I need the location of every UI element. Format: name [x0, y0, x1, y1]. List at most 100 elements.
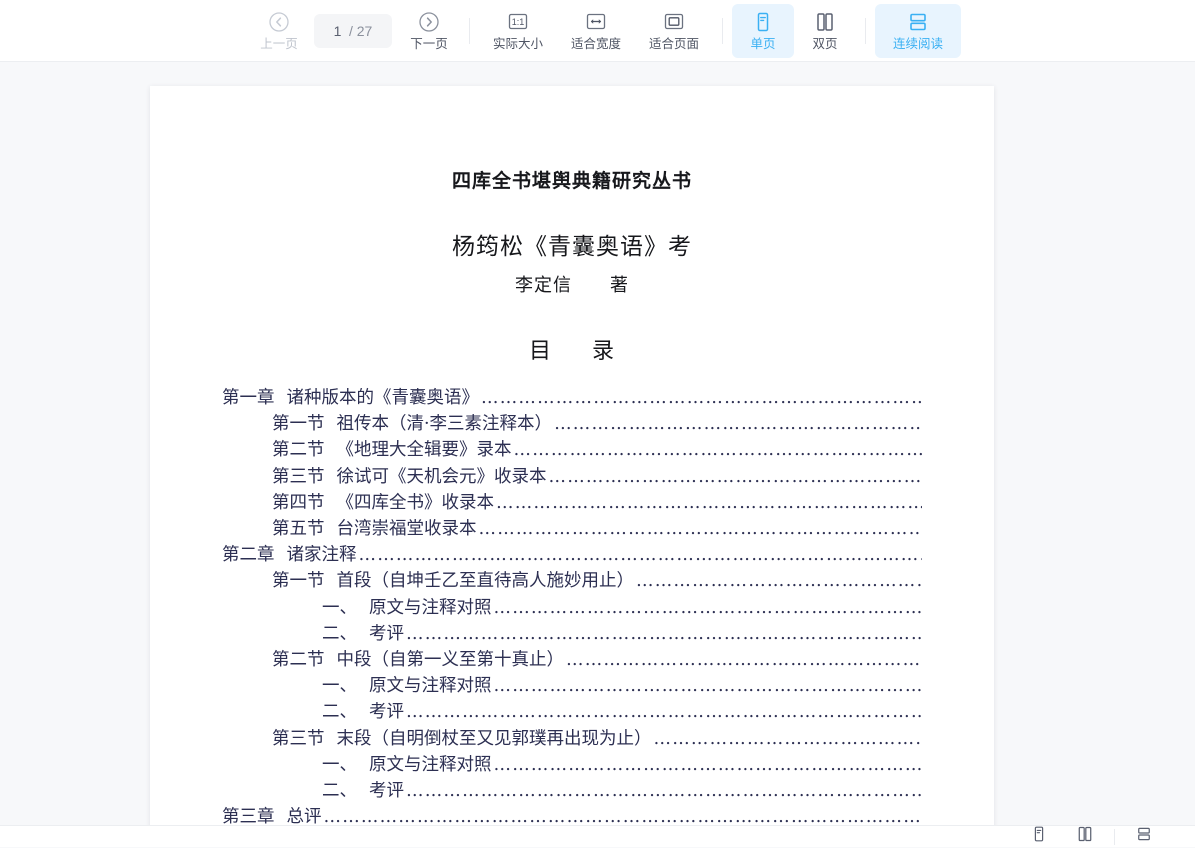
toc-entry[interactable]: 二、考评………………………………………………………………………………………………… [222, 621, 922, 647]
toc-entry[interactable]: 第一节首段（自坤壬乙至直待高人施妙用止）……………………………………………………… [222, 568, 922, 594]
prev-page-button[interactable]: 上一页 [248, 4, 310, 58]
toc-heading-right: 录 [592, 339, 616, 364]
toc-leader-dots: …………………………………………………………………………………………………………… [358, 545, 923, 566]
toc-entry-title: 首段（自坤壬乙至直待高人施妙用止） [336, 571, 635, 592]
toc-entry-number: 第三节 [272, 728, 325, 749]
toc-leader-dots: …………………………………………………………………………………………………………… [496, 492, 922, 513]
next-page-button[interactable]: 下一页 [398, 4, 460, 58]
toc-entry[interactable]: 第一章诸种版本的《青囊奥语》……………………………………………………………………… [222, 385, 922, 411]
toolbar-divider-1 [469, 17, 470, 44]
toc-entry-title: 考评 [369, 623, 404, 644]
toc-entry[interactable]: 二、考评………………………………………………………………………………………………… [222, 699, 922, 725]
toc-leader-dots: …………………………………………………………………………………………………………… [493, 597, 923, 618]
toc-entry-title: 原文与注释对照 [369, 754, 492, 775]
double-page-button[interactable]: 双页 [794, 4, 856, 58]
table-of-contents: 第一章诸种版本的《青囊奥语》……………………………………………………………………… [222, 385, 922, 825]
fit-page-icon [662, 10, 686, 34]
toc-heading-left: 目 [528, 339, 552, 364]
toc-leader-dots: …………………………………………………………………………………………………………… [406, 623, 922, 644]
bottom-toolbar-divider [1114, 828, 1115, 845]
fit-page-label: 适合页面 [648, 37, 699, 51]
toc-leader-dots: …………………………………………………………………………………………………………… [493, 676, 923, 697]
page-number-input[interactable]: 1 / 27 [314, 13, 392, 48]
fit-width-icon [584, 10, 608, 34]
chevron-left-circle-icon [268, 10, 290, 34]
toc-entry-title: 台湾崇福堂收录本 [336, 519, 477, 540]
toc-entry-title: 诸家注释 [286, 545, 357, 566]
single-page-button[interactable]: 单页 [732, 3, 794, 58]
toc-leader-dots: …………………………………………………………………………………………………………… [481, 388, 922, 408]
book-author: 李定信 著 [515, 275, 629, 296]
actual-size-button[interactable]: 1:1 实际大小 [479, 4, 557, 58]
toc-entry-number: 第一章 [222, 388, 275, 408]
toc-entry[interactable]: 第二章诸家注释………………………………………………………………………………………… [222, 542, 922, 568]
toc-leader-dots: …………………………………………………………………………………………………………… [653, 728, 923, 749]
bottom-double-page-button[interactable] [1062, 825, 1108, 848]
toc-entry[interactable]: 第三节末段（自明倒杖至又见郭璞再出现为止）…………………………………………………… [222, 726, 922, 752]
toc-entry[interactable]: 第一节祖传本（清·李三素注释本）………………………………………………………………… [222, 411, 922, 437]
toc-entry-number: 第五节 [272, 519, 325, 540]
prev-page-label: 上一页 [260, 37, 298, 51]
svg-text:1:1: 1:1 [512, 17, 525, 27]
toc-entry[interactable]: 第二节《地理大全辑要》录本………………………………………………………………………… [222, 437, 922, 463]
toc-entry[interactable]: 第二节中段（自第一义至第十真止）………………………………………………………………… [222, 647, 922, 673]
toc-entry[interactable]: 第五节台湾崇福堂收录本……………………………………………………………………………… [222, 516, 922, 542]
toc-entry-number: 一、 [322, 597, 357, 618]
book-title: 杨筠松《青囊奥语》考 [452, 234, 692, 260]
toc-entry-title: 《四库全书》收录本 [336, 492, 495, 513]
continuous-scroll-icon [906, 10, 930, 34]
toc-entry[interactable]: 一、原文与注释对照…………………………………………………………………………………… [222, 673, 922, 699]
toc-entry-number: 第一节 [272, 414, 325, 435]
bottom-toolbar [0, 825, 1195, 847]
bottom-single-page-button[interactable] [1016, 825, 1062, 848]
toc-entry[interactable]: 一、原文与注释对照…………………………………………………………………………………… [222, 595, 922, 621]
toc-entry[interactable]: 第四节《四库全书》收录本…………………………………………………………………………… [222, 490, 922, 516]
toolbar-divider-2 [722, 17, 723, 44]
toc-entry-title: 考评 [369, 781, 404, 802]
toc-entry-title: 中段（自第一义至第十真止） [336, 650, 565, 671]
actual-size-label: 实际大小 [492, 37, 543, 51]
toc-entry-number: 二、 [322, 702, 357, 723]
page-total: / 27 [348, 22, 373, 39]
toc-entry[interactable]: 第三节徐试可《天机会元》收录本…………………………………………………………………… [222, 464, 922, 490]
toc-entry-number: 第一节 [272, 571, 325, 592]
toc-entry-title: 总评 [286, 807, 322, 825]
book-series-title: 四库全书堪舆典籍研究丛书 [451, 170, 692, 192]
single-page-icon [753, 10, 773, 34]
toc-entry-number: 二、 [322, 623, 357, 644]
continuous-scroll-label: 连续阅读 [892, 37, 943, 51]
chevron-right-circle-icon [418, 10, 440, 34]
toc-entry-number: 第二节 [272, 650, 325, 671]
toc-entry[interactable]: 第三章总评……………………………………………………………………………………………… [222, 804, 922, 825]
single-page-label: 单页 [750, 37, 776, 51]
page-current: 1 [333, 22, 342, 39]
toc-entry[interactable]: 一、原文与注释对照…………………………………………………………………………………… [222, 752, 922, 778]
toc-leader-dots: …………………………………………………………………………………………………………… [406, 702, 922, 723]
double-page-icon [1076, 825, 1094, 848]
toc-leader-dots: …………………………………………………………………………………………………………… [636, 571, 922, 592]
toc-entry-title: 原文与注释对照 [369, 676, 492, 697]
toc-entry-title: 末段（自明倒杖至又见郭璞再出现为止） [336, 728, 652, 749]
toc-entry-number: 第三章 [222, 807, 275, 825]
fit-width-label: 适合宽度 [570, 37, 621, 51]
toc-entry-title: 《地理大全辑要》录本 [336, 440, 512, 461]
toc-leader-dots: …………………………………………………………………………………………………………… [554, 414, 922, 435]
toc-entry[interactable]: 二、考评………………………………………………………………………………………………… [222, 778, 922, 804]
fit-width-button[interactable]: 适合宽度 [557, 4, 635, 58]
toc-leader-dots: …………………………………………………………………………………………………………… [406, 781, 922, 802]
document-page-1: 四库全书堪舆典籍研究丛书 杨筠松《青囊奥语》考 李定信 著 目录 第一章 诸种版本… [150, 86, 994, 825]
toc-entry-number: 一、 [322, 676, 357, 697]
fit-page-button[interactable]: 适合页面 [635, 4, 713, 58]
toc-entry-title: 祖传本（清·李三素注释本） [336, 414, 553, 435]
next-page-label: 下一页 [410, 37, 448, 51]
toc-leader-dots: …………………………………………………………………………………………………………… [513, 440, 923, 461]
toc-entry-title: 考评 [369, 702, 404, 723]
continuous-scroll-button[interactable]: 连续阅读 [875, 3, 961, 58]
toc-entry-number: 一、 [322, 754, 357, 775]
toc-entry-number: 第二章 [222, 545, 275, 566]
toc-leader-dots: …………………………………………………………………………………………………………… [478, 519, 923, 540]
toc-heading: 目录 [222, 333, 922, 365]
document-viewer[interactable]: 四库全书堪舆典籍研究丛书 杨筠松《青囊奥语》考 李定信 著 目录 第一章 诸种版本… [0, 62, 1195, 825]
bottom-continuous-scroll-button[interactable] [1121, 825, 1167, 848]
toc-entry-number: 二、 [322, 781, 357, 802]
